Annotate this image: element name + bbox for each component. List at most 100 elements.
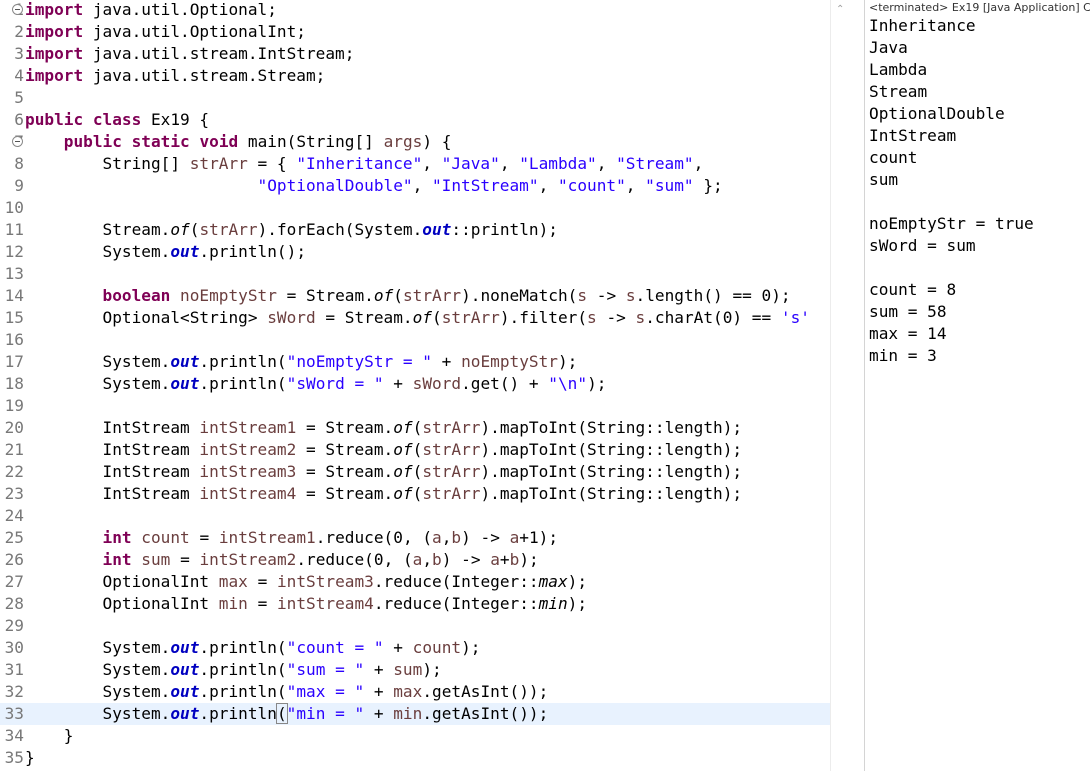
code-token: sWord bbox=[267, 308, 316, 327]
code-token: Optional<String> bbox=[25, 308, 268, 327]
code-token: IntStream bbox=[25, 418, 200, 437]
code-line[interactable]: 9 "OptionalDouble", "IntStream", "count"… bbox=[0, 175, 830, 197]
code-token: "sWord = " bbox=[286, 374, 384, 393]
code-line[interactable]: 33 System.out.println("min = " + min.get… bbox=[0, 703, 830, 725]
code-text: } bbox=[25, 725, 74, 747]
code-token: strArr bbox=[441, 308, 500, 327]
code-token: ( bbox=[412, 440, 423, 459]
code-line[interactable]: 31 System.out.println("sum = " + sum); bbox=[0, 659, 830, 681]
code-line[interactable]: 23 IntStream intStream4 = Stream.of(strA… bbox=[0, 483, 830, 505]
code-line[interactable]: 14 boolean noEmptyStr = Stream.of(strArr… bbox=[0, 285, 830, 307]
code-token: , bbox=[412, 176, 432, 195]
code-line[interactable]: 17 System.out.println("noEmptyStr = " + … bbox=[0, 351, 830, 373]
code-token: a bbox=[490, 550, 500, 569]
code-line[interactable]: 26 int sum = intStream2.reduce(0, (a,b) … bbox=[0, 549, 830, 571]
code-token: args bbox=[383, 132, 423, 151]
code-token: System. bbox=[25, 660, 171, 679]
code-token: intStream3 bbox=[276, 572, 374, 591]
code-line[interactable]: 4 import java.util.stream.Stream; bbox=[0, 65, 830, 87]
code-text: IntStream intStream4 = Stream.of(strArr)… bbox=[25, 483, 743, 505]
code-token: a bbox=[509, 528, 520, 547]
code-line[interactable]: 2 import java.util.OptionalInt; bbox=[0, 21, 830, 43]
code-token: = bbox=[170, 550, 200, 569]
console-view[interactable]: <terminated> Ex19 [Java Application] C:#… bbox=[865, 0, 1090, 771]
code-line[interactable]: 28 OptionalInt min = intStream4.reduce(I… bbox=[0, 593, 830, 615]
code-token: out bbox=[422, 220, 452, 239]
code-token: System. bbox=[25, 704, 171, 723]
code-token: = Stream. bbox=[296, 484, 394, 503]
console-status-label: <terminated> Ex19 [Java Application] C:# bbox=[869, 1, 1090, 14]
code-token: static bbox=[131, 132, 190, 151]
code-line[interactable]: 18 System.out.println("sWord = " + sWord… bbox=[0, 373, 830, 395]
code-token: import bbox=[25, 0, 84, 19]
fold-toggle-icon[interactable] bbox=[12, 136, 23, 147]
code-token: intStream1 bbox=[218, 528, 316, 547]
code-token: s bbox=[625, 286, 636, 305]
code-line[interactable]: 25 int count = intStream1.reduce(0, (a,b… bbox=[0, 527, 830, 549]
code-line[interactable]: 12 System.out.println(); bbox=[0, 241, 830, 263]
code-line[interactable]: 7 public static void main(String[] args)… bbox=[0, 131, 830, 153]
chevron-up-icon[interactable]: ⌃ bbox=[836, 5, 844, 15]
code-token: ); bbox=[422, 660, 442, 679]
console-line: Java bbox=[869, 38, 908, 57]
code-line[interactable]: 20 IntStream intStream1 = Stream.of(strA… bbox=[0, 417, 830, 439]
code-line[interactable]: 13 bbox=[0, 263, 830, 285]
code-line[interactable]: 11 Stream.of(strArr).forEach(System.out:… bbox=[0, 219, 830, 241]
code-token: = Stream. bbox=[296, 440, 394, 459]
code-token: a bbox=[412, 550, 423, 569]
code-line[interactable]: 15 Optional<String> sWord = Stream.of(st… bbox=[0, 307, 830, 329]
code-token: of bbox=[393, 418, 413, 437]
code-line[interactable]: 10 bbox=[0, 197, 830, 219]
code-token: + bbox=[383, 638, 413, 657]
code-token: count bbox=[141, 528, 190, 547]
code-token: ); bbox=[461, 638, 481, 657]
code-line[interactable]: 3 import java.util.stream.IntStream; bbox=[0, 43, 830, 65]
code-token: strArr bbox=[422, 418, 481, 437]
code-token: +1); bbox=[519, 528, 559, 547]
console-line: count bbox=[869, 148, 918, 167]
console-line: count = 8 bbox=[869, 280, 957, 299]
code-line[interactable]: 27 OptionalInt max = intStream3.reduce(I… bbox=[0, 571, 830, 593]
code-line[interactable]: 35} bbox=[0, 747, 830, 769]
code-line[interactable]: 30 System.out.println("count = " + count… bbox=[0, 637, 830, 659]
code-token: "Inheritance" bbox=[296, 154, 423, 173]
code-token: ).noneMatch( bbox=[461, 286, 578, 305]
code-token: System. bbox=[25, 352, 171, 371]
fold-toggle-icon[interactable] bbox=[12, 4, 23, 15]
console-line: sWord = sum bbox=[869, 236, 976, 255]
code-line[interactable]: 21 IntStream intStream2 = Stream.of(strA… bbox=[0, 439, 830, 461]
code-token: ( bbox=[431, 308, 442, 327]
code-token: 's' bbox=[780, 308, 810, 327]
code-text: import java.util.OptionalInt; bbox=[25, 21, 306, 43]
code-token: "Java" bbox=[441, 154, 500, 173]
code-text: public static void main(String[] args) { bbox=[25, 131, 452, 153]
code-token: b bbox=[509, 550, 520, 569]
code-token: max bbox=[393, 682, 423, 701]
code-line[interactable]: 24 bbox=[0, 505, 830, 527]
code-token: max bbox=[538, 572, 568, 591]
code-token: ( bbox=[412, 484, 423, 503]
code-token: strArr bbox=[422, 484, 481, 503]
code-token: ); bbox=[519, 550, 539, 569]
code-line[interactable]: 19 bbox=[0, 395, 830, 417]
code-editor[interactable]: 1import java.util.Optional;2import java.… bbox=[0, 0, 848, 771]
line-number: 11 bbox=[4, 220, 24, 239]
console-line: sum = 58 bbox=[869, 302, 947, 321]
code-token: min bbox=[393, 704, 423, 723]
line-number: 3 bbox=[14, 44, 24, 63]
editor-vertical-scrollbar[interactable]: ⌃ bbox=[830, 0, 848, 771]
code-line[interactable]: 5 bbox=[0, 87, 830, 109]
code-line[interactable]: 6 public class Ex19 { bbox=[0, 109, 830, 131]
code-line[interactable]: 22 IntStream intStream3 = Stream.of(strA… bbox=[0, 461, 830, 483]
line-number: 33 bbox=[4, 704, 24, 723]
code-line[interactable]: 34 } bbox=[0, 725, 830, 747]
code-line[interactable]: 32 System.out.println("max = " + max.get… bbox=[0, 681, 830, 703]
code-line[interactable]: 8 String[] strArr = { "Inheritance", "Ja… bbox=[0, 153, 830, 175]
code-token: import bbox=[25, 66, 84, 85]
code-line[interactable]: 16 bbox=[0, 329, 830, 351]
code-token: ); bbox=[567, 594, 588, 613]
code-token: noEmptyStr bbox=[461, 352, 558, 371]
code-line[interactable]: 1import java.util.Optional; bbox=[0, 0, 830, 21]
code-line[interactable]: 29 bbox=[0, 615, 830, 637]
